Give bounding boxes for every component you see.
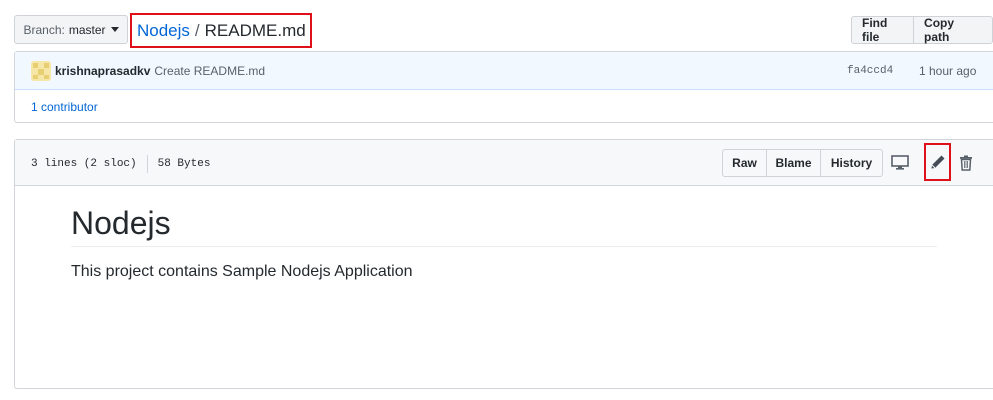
file-size: 58 Bytes [157, 158, 211, 170]
file-lines: 3 lines (2 sloc) [31, 158, 137, 170]
commit-sha-link[interactable]: fa4ccd4 [847, 65, 893, 77]
file-box: 3 lines (2 sloc) 58 Bytes Raw Blame Hist… [14, 139, 993, 389]
readme-content: Nodejs This project contains Sample Node… [71, 200, 937, 281]
commit-author-link[interactable]: krishnaprasadkv [55, 64, 150, 78]
breadcrumb: Nodejs / README.md [130, 13, 312, 48]
find-file-button[interactable]: Find file [851, 16, 915, 44]
branch-label: Branch: [23, 22, 65, 37]
readme-paragraph: This project contains Sample Nodejs Appl… [71, 263, 413, 280]
branch-select-button[interactable]: Branch: master [14, 15, 128, 44]
trash-icon[interactable] [955, 152, 977, 174]
branch-value: master [68, 22, 106, 37]
blame-button[interactable]: Blame [767, 149, 821, 177]
desktop-icon[interactable] [889, 152, 911, 174]
avatar[interactable] [31, 60, 51, 81]
commit-time: 1 hour ago [919, 63, 977, 78]
file-info-divider [146, 155, 148, 173]
file-info: 3 lines (2 sloc) 58 Bytes [31, 155, 210, 173]
raw-button[interactable]: Raw [722, 149, 767, 177]
copy-path-button[interactable]: Copy path [914, 16, 993, 44]
history-button[interactable]: History [821, 149, 883, 177]
breadcrumb-file: README.md [204, 20, 306, 40]
breadcrumb-repo-link[interactable]: Nodejs [137, 21, 190, 41]
commit-message-link[interactable]: Create README.md [154, 64, 265, 78]
contributors-link[interactable]: 1 contributor [31, 100, 98, 114]
edit-file-button[interactable] [924, 143, 951, 181]
file-view-buttons: Raw Blame History [722, 149, 883, 177]
breadcrumb-separator: / [194, 20, 200, 40]
commit-info-box: krishnaprasadkv Create README.md fa4ccd4… [14, 51, 993, 123]
contributors-row: 1 contributor [15, 90, 993, 124]
pencil-icon [931, 155, 944, 169]
commit-tease: krishnaprasadkv Create README.md fa4ccd4… [15, 52, 993, 90]
readme-heading: Nodejs [71, 200, 937, 247]
file-actions-group: Find file Copy path [851, 16, 993, 44]
file-header: 3 lines (2 sloc) 58 Bytes Raw Blame Hist… [15, 140, 993, 186]
caret-down-icon [110, 27, 119, 32]
